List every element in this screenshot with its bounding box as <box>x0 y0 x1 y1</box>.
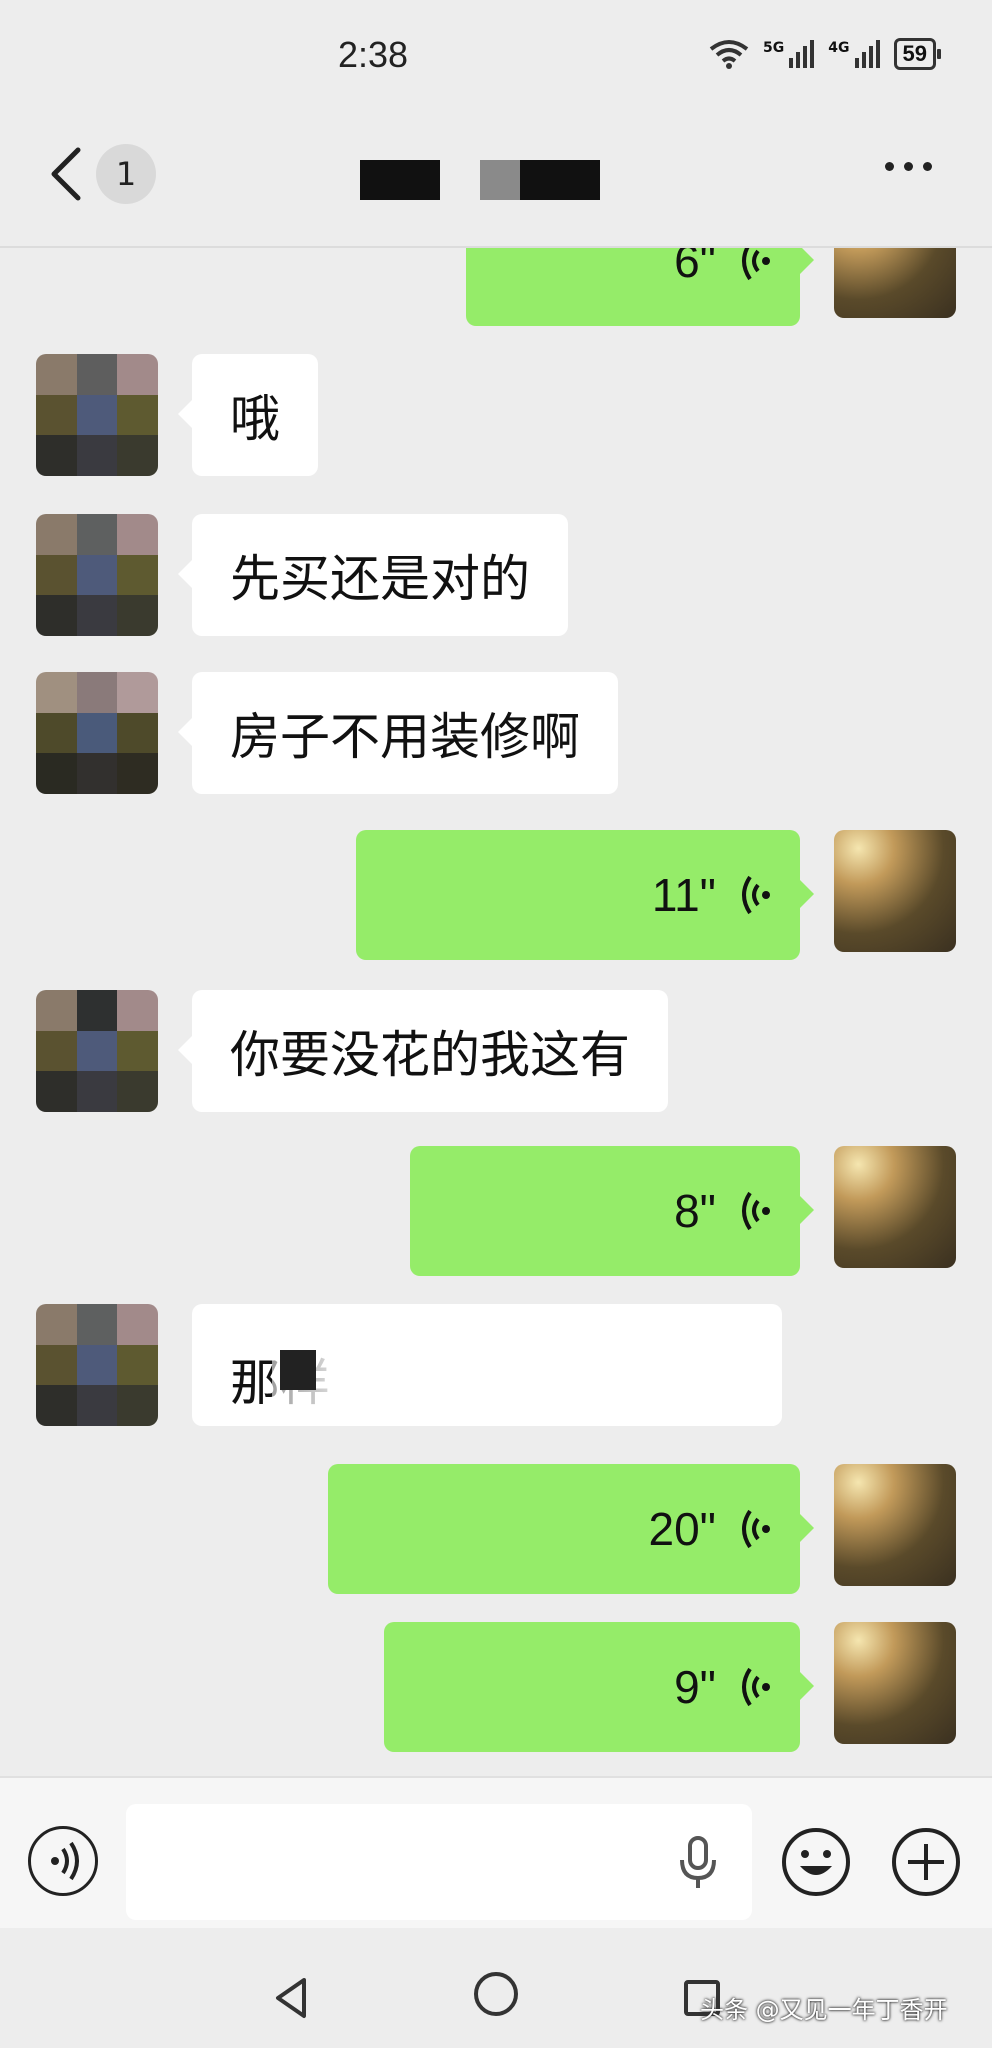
message-text: 房子不用装修啊 <box>230 708 580 766</box>
plus-icon[interactable] <box>890 1826 962 1898</box>
voice-toggle-icon <box>51 1841 79 1881</box>
contact-avatar[interactable] <box>36 514 158 636</box>
emoji-icon[interactable] <box>780 1826 852 1898</box>
voice-message-bubble[interactable]: 8" <box>410 1146 814 1276</box>
voice-wave-icon <box>742 1667 770 1707</box>
contact-avatar[interactable] <box>36 672 158 794</box>
voice-wave-icon <box>742 875 770 915</box>
voice-input-toggle[interactable] <box>28 1826 98 1896</box>
voice-message-bubble[interactable]: 11" <box>356 830 814 960</box>
my-avatar[interactable] <box>834 830 956 952</box>
message-text: 你要没花的我这有 <box>230 1026 630 1084</box>
voice-duration: 8" <box>674 1185 716 1237</box>
redaction-block <box>280 1350 316 1390</box>
message-input[interactable] <box>126 1804 752 1920</box>
contact-avatar[interactable] <box>36 990 158 1112</box>
contact-avatar[interactable] <box>36 1304 158 1426</box>
text-message-bubble[interactable]: 先买还是对的 <box>178 514 568 636</box>
message-text: 哦 <box>230 390 280 448</box>
my-avatar[interactable] <box>834 1146 956 1268</box>
my-avatar[interactable] <box>834 1464 956 1586</box>
contact-avatar[interactable] <box>36 354 158 476</box>
voice-wave-icon <box>742 1191 770 1231</box>
nav-back-icon[interactable] <box>270 1976 314 2020</box>
text-message-bubble[interactable]: 哦 <box>178 354 318 476</box>
mic-icon[interactable] <box>676 1836 720 1890</box>
watermark-text: 头条 @又见一年丁香开 <box>700 1996 948 2024</box>
voice-message-bubble[interactable]: 20" <box>328 1464 814 1594</box>
redaction-overlay <box>272 1344 782 1426</box>
message-text: 先买还是对的 <box>230 550 530 608</box>
voice-duration: 11" <box>651 869 716 921</box>
voice-wave-icon <box>742 1509 770 1549</box>
my-avatar[interactable] <box>834 1622 956 1744</box>
text-message-bubble[interactable]: 你要没花的我这有 <box>178 990 668 1112</box>
voice-message-bubble[interactable]: 9" <box>384 1622 814 1752</box>
nav-home-icon[interactable] <box>474 1972 518 2016</box>
text-message-bubble[interactable]: 房子不用装修啊 <box>178 672 618 794</box>
voice-duration: 9" <box>674 1661 716 1713</box>
text-message-bubble-redacted[interactable]: 那样 <box>192 1304 782 1426</box>
voice-duration: 20" <box>648 1503 717 1555</box>
